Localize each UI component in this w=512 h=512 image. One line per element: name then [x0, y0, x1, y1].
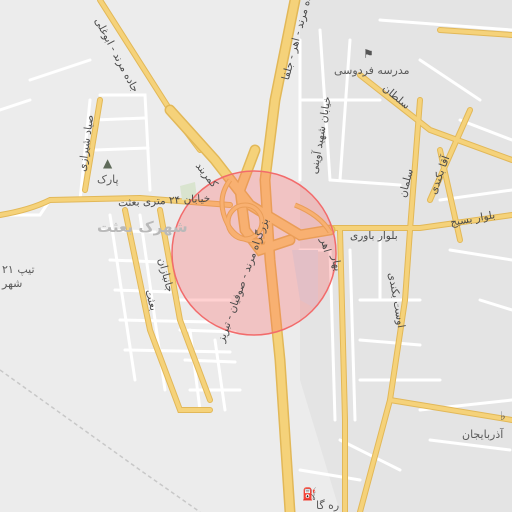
poi-label-tip: تیپ ۲۱ [2, 263, 35, 276]
road-label-bolvar-bavari: بلوار باوری [350, 230, 398, 242]
neighborhood-label-besat: شهرک بعثت [97, 218, 188, 236]
fuel-icon[interactable]: ⛽ [302, 488, 317, 500]
road-label-ahar: اهر [317, 236, 334, 254]
restaurant-icon[interactable]: ♭ [500, 410, 506, 422]
tree-icon[interactable]: ▲ [103, 157, 112, 169]
school-icon[interactable]: ⚑ [363, 48, 374, 60]
poi-label-bottom: ره گا [316, 499, 340, 512]
poi-label-shahr: شهر [2, 277, 23, 290]
map-view[interactable]: جاده مرند - اهر - جلفا جاده مرند - ابوغل… [0, 0, 512, 512]
poi-label-school[interactable]: مدرسه فردوسی [334, 65, 410, 76]
poi-label-azerbaijan[interactable]: آذربایجان [462, 429, 503, 440]
road-label-bijar: بهار [328, 254, 344, 273]
poi-label-park[interactable]: پارک [97, 174, 119, 185]
